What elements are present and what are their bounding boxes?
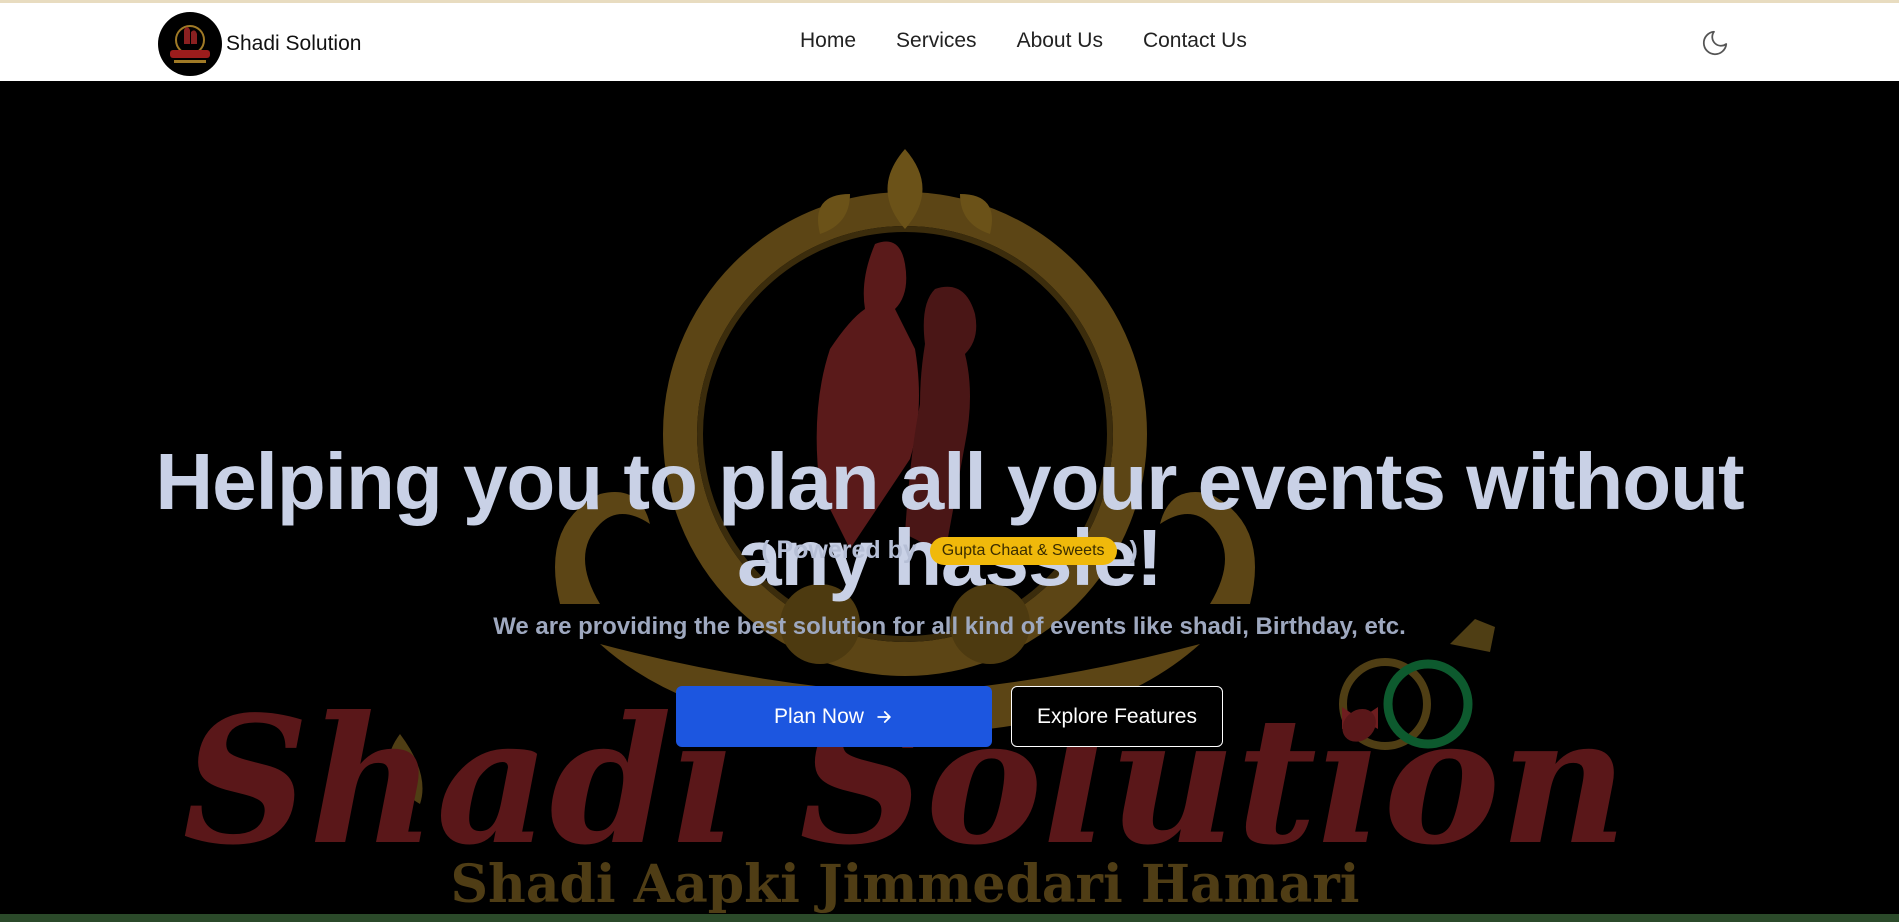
explore-features-button[interactable]: Explore Features: [1011, 686, 1223, 747]
nav-item-services[interactable]: Services: [896, 29, 977, 53]
sponsor-badge: Gupta Chaat & Sweets: [929, 537, 1117, 566]
plan-now-label: Plan Now: [774, 704, 864, 728]
nav-item-about-us[interactable]: About Us: [1017, 29, 1103, 53]
explore-features-label: Explore Features: [1037, 704, 1197, 728]
shadi-solution-logo-icon: [158, 12, 222, 76]
hero-section: Shadi Solution Shadi Aapki Jimmedari Ham…: [0, 84, 1899, 914]
nav-item-contact-us[interactable]: Contact Us: [1143, 29, 1247, 53]
background-motto: Shadi Aapki Jimmedari Hamari: [450, 854, 1359, 914]
nav-item-home[interactable]: Home: [800, 29, 856, 53]
plan-now-button[interactable]: Plan Now: [676, 686, 992, 747]
powered-by: ( Powered by Gupta Chaat & Sweets ): [0, 536, 1899, 566]
bottom-strip: [0, 914, 1899, 922]
brand-name: Shadi Solution: [226, 32, 362, 55]
navbar: Shadi Solution Home Services About Us Co…: [0, 0, 1899, 81]
brand[interactable]: Shadi Solution: [158, 12, 361, 76]
powered-suffix: ): [1129, 536, 1138, 564]
powered-prefix: ( Powered by: [761, 536, 917, 564]
nav-links: Home Services About Us Contact Us: [800, 29, 1287, 53]
arrow-right-icon: [874, 707, 894, 727]
hero-tagline: We are providing the best solution for a…: [493, 613, 1406, 640]
hero-headline: Helping you to plan all your events with…: [155, 437, 1744, 602]
moon-icon[interactable]: [1700, 28, 1730, 58]
